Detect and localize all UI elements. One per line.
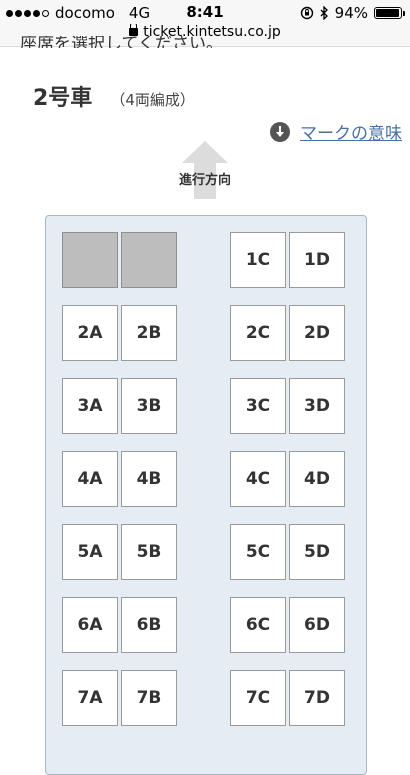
- seat-1d[interactable]: 1D: [289, 232, 345, 288]
- seat-2c[interactable]: 2C: [230, 305, 286, 361]
- seat-3d[interactable]: 3D: [289, 378, 345, 434]
- seat-7b[interactable]: 7B: [121, 670, 177, 726]
- seat-5a[interactable]: 5A: [62, 524, 118, 580]
- battery-fill: [376, 9, 399, 17]
- seat-2d[interactable]: 2D: [289, 305, 345, 361]
- seat-1c[interactable]: 1C: [230, 232, 286, 288]
- seat-5d[interactable]: 5D: [289, 524, 345, 580]
- seat-4a[interactable]: 4A: [62, 451, 118, 507]
- direction-label: 進行方向: [178, 173, 231, 188]
- seat-3b[interactable]: 3B: [121, 378, 177, 434]
- status-bar: docomo 4G 8:41 94%: [0, 0, 410, 24]
- car-formation: （4両編成）: [110, 91, 195, 109]
- unavailable-seat: [62, 232, 118, 288]
- seat-4c[interactable]: 4C: [230, 451, 286, 507]
- seat-3c[interactable]: 3C: [230, 378, 286, 434]
- seat-4d[interactable]: 4D: [289, 451, 345, 507]
- seat-4b[interactable]: 4B: [121, 451, 177, 507]
- rotation-lock-icon: [300, 6, 313, 20]
- battery-icon: [374, 7, 405, 19]
- arrow-down-circle-icon[interactable]: [270, 121, 290, 142]
- seat-7a[interactable]: 7A: [62, 670, 118, 726]
- seat-6a[interactable]: 6A: [62, 597, 118, 653]
- seat-3a[interactable]: 3A: [62, 378, 118, 434]
- legend-link-group[interactable]: マークの意味: [270, 119, 402, 144]
- unavailable-seat: [121, 232, 177, 288]
- seat-5c[interactable]: 5C: [230, 524, 286, 580]
- seat-2b[interactable]: 2B: [121, 305, 177, 361]
- car-number: 2号車: [33, 86, 93, 111]
- seat-6c[interactable]: 6C: [230, 597, 286, 653]
- legend-link[interactable]: マークの意味: [300, 119, 402, 144]
- seat-5b[interactable]: 5B: [121, 524, 177, 580]
- seat-2a[interactable]: 2A: [62, 305, 118, 361]
- instruction-text: 座席を選択してください。: [20, 36, 223, 48]
- seat-7d[interactable]: 7D: [289, 670, 345, 726]
- car-seat-map: 1C 1D 2A 2B 2C 2D 3A 3B 3C 3D 4A 4B 4C 4D 5A 5B 5C 5D 6A 6B…: [45, 215, 367, 775]
- bluetooth-icon: [320, 6, 328, 20]
- status-right: 94%: [300, 4, 405, 22]
- battery-percent: 94%: [334, 4, 368, 22]
- seat-6d[interactable]: 6D: [289, 597, 345, 653]
- seat-7c[interactable]: 7C: [230, 670, 286, 726]
- seat-6b[interactable]: 6B: [121, 597, 177, 653]
- car-title: 2号車 （4両編成）: [33, 80, 195, 112]
